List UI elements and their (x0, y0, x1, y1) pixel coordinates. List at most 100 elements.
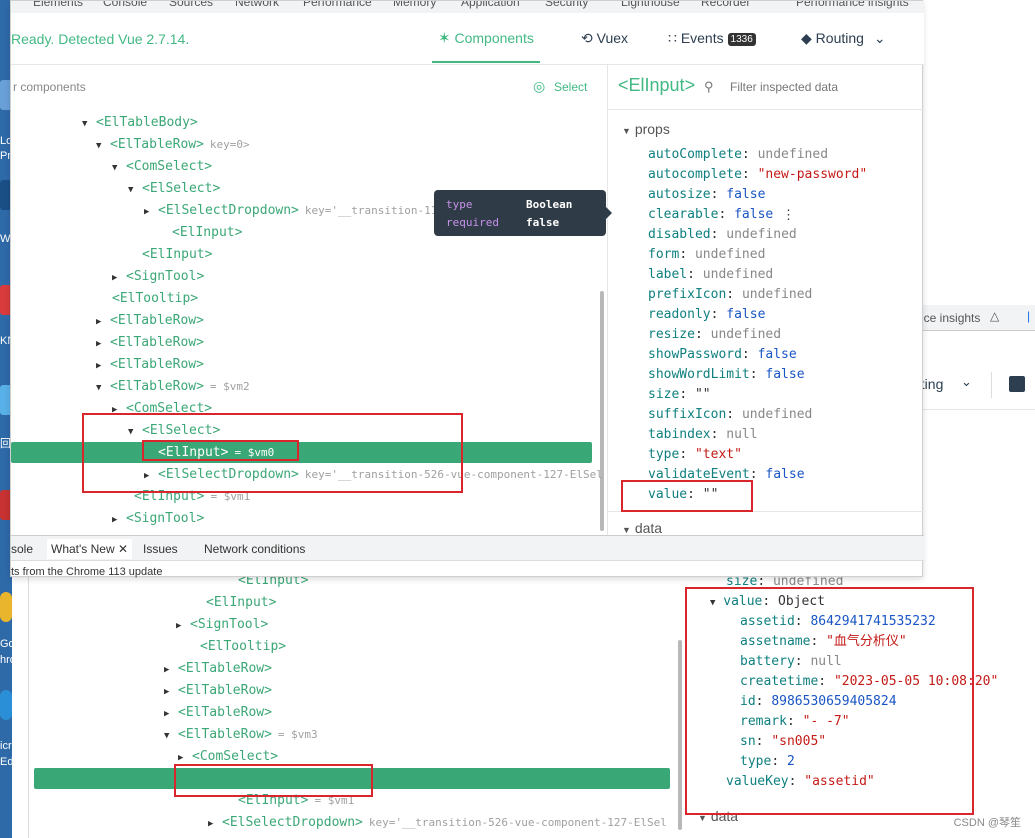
caret-down-icon[interactable]: ▼ (164, 725, 178, 747)
tab-elements[interactable]: Elements (33, 1, 83, 9)
prop-row[interactable]: disabled: undefined (648, 225, 797, 245)
prop-row[interactable]: prefixIcon: undefined (648, 285, 812, 305)
caret-right-icon[interactable]: ▶ (96, 333, 110, 355)
caret-down-icon[interactable]: ▼ (128, 179, 142, 201)
tab-vuex[interactable]: ⟲ Vuex (575, 27, 634, 63)
caret-right-icon[interactable]: ▶ (164, 681, 178, 703)
background-tabstrip: nce insights △ | (905, 305, 1035, 331)
close-icon[interactable]: ✕ (118, 542, 128, 556)
data-section-toggle[interactable]: ▼ data (622, 520, 662, 535)
tree-node[interactable]: ▶ <SignTool> (176, 614, 268, 636)
prop-row[interactable]: suffixIcon: undefined (648, 405, 812, 425)
prop-row[interactable]: label: undefined (648, 265, 773, 285)
prop-row[interactable]: form: undefined (648, 245, 765, 265)
drawer-tab-network-conditions[interactable]: Network conditions (204, 542, 305, 556)
prop-row[interactable]: readonly: false (648, 305, 765, 325)
tab-performance[interactable]: Performance (303, 1, 372, 9)
tab-lighthouse[interactable]: Lighthouse (621, 1, 680, 9)
annotation-box (142, 440, 299, 461)
tree-node[interactable]: ▶ <ElTableRow> (96, 310, 204, 332)
scrollbar[interactable] (678, 640, 682, 830)
tab-security[interactable]: Security (545, 1, 588, 9)
tree-node[interactable]: <ElInput> (158, 222, 242, 244)
tab-events[interactable]: ∷ Events 1336 (662, 27, 762, 63)
caret-right-icon[interactable]: ▶ (112, 267, 126, 289)
tab-memory[interactable]: Memory (393, 1, 436, 9)
tab-network[interactable]: Network (235, 1, 279, 9)
more-options-icon[interactable]: ⋮ (782, 207, 795, 223)
history-icon: ⟲ (581, 30, 593, 46)
prop-row[interactable]: resize: undefined (648, 325, 781, 345)
tree-node-name: <ElTableRow> (178, 727, 272, 742)
tree-node[interactable]: ▶ <ElTableRow> (96, 332, 204, 354)
select-target-icon[interactable]: ◎ (533, 78, 545, 95)
tree-node-extra: = $vm2 (209, 380, 250, 393)
tab-sources[interactable]: Sources (169, 1, 213, 9)
tree-node[interactable]: ▼ <ElTableRow> = $vm3 (164, 724, 318, 746)
caret-right-icon[interactable]: ▶ (112, 509, 126, 531)
tab-performance-insights[interactable]: Performance insights (796, 1, 909, 9)
tab-console[interactable]: Console (103, 1, 147, 9)
chart-bars-icon[interactable] (1009, 376, 1025, 392)
tree-node[interactable]: ▶ <SignTool> (112, 266, 204, 288)
tree-node[interactable]: ▼ <ElTableRow> key=0> (96, 134, 250, 156)
routing-icon: ◆ (801, 30, 812, 46)
tree-node-name: <ElTooltip> (112, 291, 199, 306)
caret-down-icon[interactable]: ▼ (112, 157, 126, 179)
caret-down-icon[interactable]: ▼ (82, 113, 96, 135)
tree-node[interactable]: ▼ <ElSelect> (128, 178, 220, 200)
tree-node[interactable]: ▶ <ElSelectDropdown> key='__transition-118… (144, 200, 451, 222)
props-section-toggle[interactable]: ▼ props (622, 121, 670, 137)
caret-right-icon[interactable]: ▶ (96, 311, 110, 333)
caret-right-icon[interactable]: ▶ (176, 615, 190, 637)
caret-right-icon[interactable]: ▶ (144, 201, 158, 223)
prop-row[interactable]: tabindex: null (648, 425, 758, 445)
tree-node[interactable]: ▼ <ComSelect> (112, 156, 212, 178)
prop-key: showPassword (648, 347, 742, 362)
tab-routing[interactable]: ◆ Routing ⌄ (795, 27, 892, 63)
caret-right-icon[interactable]: ▶ (164, 703, 178, 725)
bg-tab-performance-insights[interactable]: nce insights (917, 311, 980, 325)
tree-node[interactable]: <ElTooltip> (186, 636, 286, 658)
drawer-tab-issues[interactable]: Issues (143, 542, 178, 556)
prop-row[interactable]: autoComplete: undefined (648, 145, 828, 165)
select-button[interactable]: Select (554, 80, 587, 94)
caret-right-icon[interactable]: ▶ (96, 355, 110, 377)
tab-application[interactable]: Application (461, 1, 520, 9)
filter-inspected-data-input[interactable]: Filter inspected data (730, 80, 838, 94)
tree-node[interactable]: ▶ <ElTableRow> (164, 680, 272, 702)
drawer-tab-whats-new[interactable]: What's New ✕ (47, 539, 133, 559)
tree-node[interactable]: <ElInput> (128, 244, 212, 266)
watermark: CSDN @琴笙 (953, 817, 1021, 829)
tree-node[interactable]: ▶ <SignTool> (112, 508, 204, 530)
prop-row[interactable]: clearable: false (648, 205, 773, 225)
prop-row[interactable]: type: "text" (648, 445, 742, 465)
prop-row[interactable]: autosize: false (648, 185, 765, 205)
tree-node[interactable]: ▼ <ElTableBody> (82, 112, 198, 134)
caret-right-icon[interactable]: ▶ (208, 813, 222, 835)
tree-node[interactable]: <ElTooltip> (98, 288, 198, 310)
caret-down-icon[interactable]: ▼ (96, 135, 110, 157)
prop-key: showWordLimit (648, 367, 750, 382)
tree-node[interactable]: ▶ <ElSelectDropdown> key='__transition-526… (208, 812, 667, 834)
chrome-icon[interactable] (0, 592, 12, 622)
tree-node[interactable]: ▶ <ElTableRow> (96, 354, 204, 376)
tree-node[interactable]: ▼ <ElTableRow> = $vm2 (96, 376, 250, 398)
annotation-box (685, 587, 974, 815)
tree-node[interactable]: ▶ <ElTableRow> (164, 658, 272, 680)
prop-row[interactable]: showPassword: false (648, 345, 797, 365)
drawer-tab-console[interactable]: sole (11, 542, 33, 556)
tab-components[interactable]: ✶ Components (432, 27, 540, 63)
tree-node[interactable]: <ElInput> (192, 592, 276, 614)
caret-right-icon[interactable]: ▶ (164, 659, 178, 681)
caret-down-icon[interactable]: ▼ (96, 377, 110, 399)
tree-node[interactable]: ▶ <ElTableRow> (164, 702, 272, 724)
prop-row[interactable]: autocomplete: "new-password" (648, 165, 867, 185)
prop-row[interactable]: size: "" (648, 385, 711, 405)
tab-recorder[interactable]: Recorder (701, 1, 750, 9)
component-search-input[interactable]: r components (13, 80, 86, 94)
edge-icon[interactable] (0, 690, 12, 720)
prop-key: readonly (648, 307, 711, 322)
prop-key: clearable (648, 207, 719, 222)
prop-row[interactable]: showWordLimit: false (648, 365, 805, 385)
